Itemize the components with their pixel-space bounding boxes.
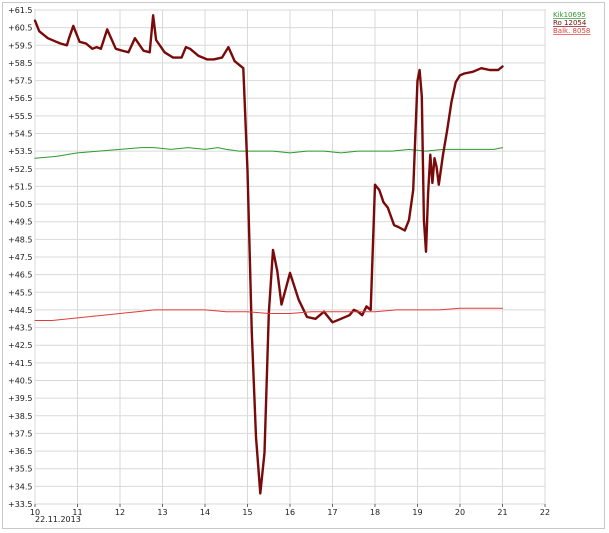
x-tick-label: 19 <box>412 508 422 517</box>
y-tick-label: +45.5 <box>8 288 33 297</box>
y-tick-label: +52.5 <box>8 165 33 174</box>
y-tick-label: +39.5 <box>8 394 33 403</box>
x-tick-label: 21 <box>497 508 507 517</box>
x-tick-label: 20 <box>455 508 465 517</box>
y-axis-ticks: +61.5 +60.5 +59.5 +58.5 +57.5 +56.5 +55.5 +54.5… <box>8 6 33 509</box>
y-tick-label: +44.5 <box>8 306 33 315</box>
y-tick-label: +57.5 <box>8 77 33 86</box>
y-tick-label: +42.5 <box>8 341 33 350</box>
x-tick-label: 15 <box>242 508 252 517</box>
legend-entry: Balk. 8058 <box>553 27 590 35</box>
line-chart: +61.5 +60.5 +59.5 +58.5 +57.5 +56.5 +55.5 +54.5… <box>8 6 590 524</box>
y-tick-label: +54.5 <box>8 130 33 139</box>
legend: Kik10695Ro 12054Balk. 8058 <box>553 11 590 35</box>
date-label: 22.11.2013 <box>35 515 81 524</box>
y-tick-label: +41.5 <box>8 359 33 368</box>
y-tick-label: +38.5 <box>8 412 33 421</box>
y-tick-label: +55.5 <box>8 112 33 121</box>
x-tick-label: 13 <box>157 508 167 517</box>
x-tick-label: 18 <box>370 508 380 517</box>
y-tick-label: +58.5 <box>8 59 33 68</box>
y-tick-label: +47.5 <box>8 253 33 262</box>
y-tick-label: +36.5 <box>8 447 33 456</box>
x-tick-label: 14 <box>200 508 210 517</box>
y-tick-label: +60.5 <box>8 24 33 33</box>
y-tick-label: +46.5 <box>8 271 33 280</box>
x-axis-ticks: 10 11 12 13 14 15 16 17 18 19 20 21 22 <box>30 504 550 517</box>
x-tick-label: 16 <box>285 508 295 517</box>
y-tick-label: +34.5 <box>8 482 33 491</box>
legend-entry: Kik10695 <box>553 11 586 19</box>
y-tick-label: +59.5 <box>8 41 33 50</box>
x-tick-label: 22 <box>540 508 550 517</box>
y-tick-label: +51.5 <box>8 182 33 191</box>
y-tick-label: +49.5 <box>8 218 33 227</box>
y-tick-label: +53.5 <box>8 147 33 156</box>
y-tick-label: +33.5 <box>8 500 33 509</box>
y-tick-label: +35.5 <box>8 465 33 474</box>
legend-entry: Ro 12054 <box>553 19 587 27</box>
y-tick-label: +43.5 <box>8 324 33 333</box>
y-tick-label: +50.5 <box>8 200 33 209</box>
x-tick-label: 17 <box>327 508 337 517</box>
y-tick-label: +56.5 <box>8 94 33 103</box>
x-tick-label: 12 <box>115 508 125 517</box>
y-tick-label: +61.5 <box>8 6 33 15</box>
y-tick-label: +37.5 <box>8 429 33 438</box>
y-tick-label: +48.5 <box>8 235 33 244</box>
y-tick-label: +40.5 <box>8 377 33 386</box>
